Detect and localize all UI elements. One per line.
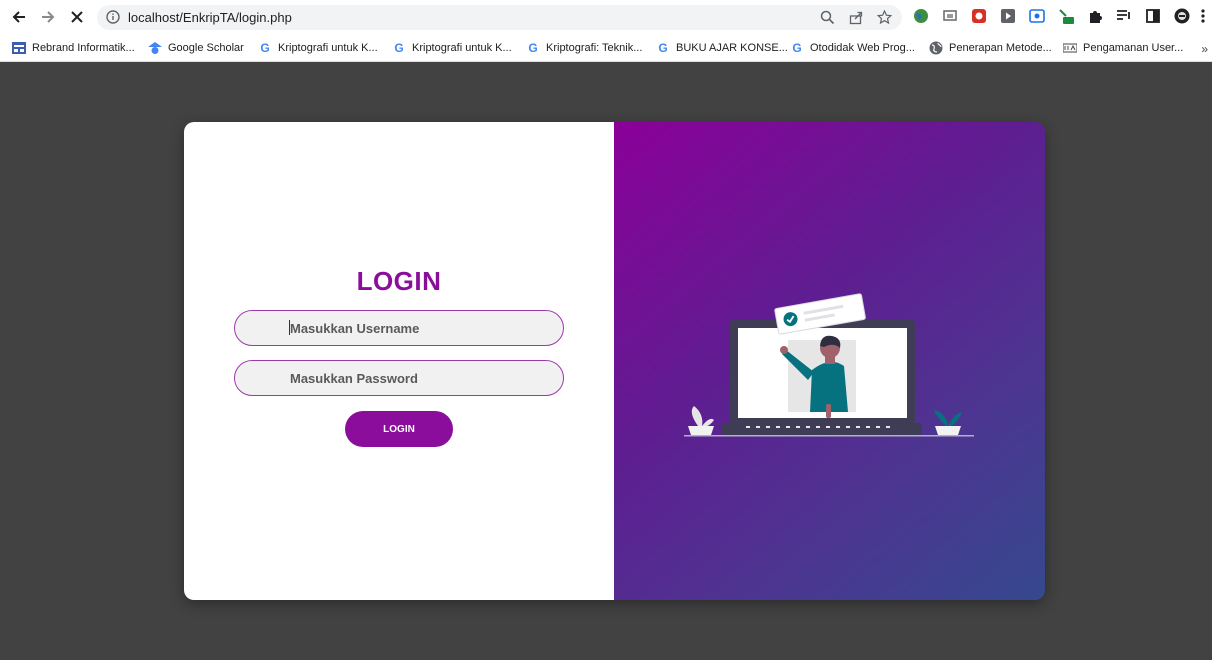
info-icon[interactable] (106, 10, 120, 24)
arrow-right-icon (42, 11, 55, 23)
grid-icon (12, 41, 26, 55)
stop-loading-button[interactable] (66, 6, 88, 28)
bookmark-item[interactable]: G Otodidak Web Prog... (790, 39, 915, 57)
bookmark-item[interactable]: G Kriptografi: Teknik... (526, 39, 642, 57)
illustration-panel (614, 122, 1045, 600)
bookmark-item[interactable]: G Kriptografi untuk K... (258, 39, 377, 57)
page-title: LOGIN (356, 266, 442, 296)
puzzle-icon[interactable] (1087, 8, 1103, 24)
google-icon: G (394, 41, 404, 55)
browser-toolbar: localhost/EnkripTA/login.php (0, 0, 1212, 34)
password-input[interactable] (234, 360, 564, 396)
reading-list-icon[interactable] (1116, 8, 1132, 24)
globe-extension-icon[interactable] (913, 8, 929, 24)
capture-extension-icon[interactable] (1029, 8, 1045, 24)
screen-extension-icon[interactable] (942, 8, 958, 24)
address-bar[interactable]: localhost/EnkripTA/login.php (97, 5, 902, 30)
bookmarks-bar: Rebrand Informatik... Google Scholar G K… (0, 34, 1212, 62)
text-cursor (289, 320, 290, 335)
google-icon: G (658, 41, 668, 55)
login-button[interactable]: LOGIN (345, 411, 453, 447)
zoom-icon[interactable] (820, 10, 835, 25)
bookmark-item[interactable]: Pengamanan User... (1063, 39, 1183, 57)
scholar-icon (148, 41, 162, 55)
plant-right (934, 410, 962, 435)
bookmark-item[interactable]: Penerapan Metode... (929, 39, 1052, 57)
bookmark-item[interactable]: G BUKU AJAR KONSE... (656, 39, 788, 57)
google-icon: G (528, 41, 538, 55)
side-panel-icon[interactable] (1145, 8, 1161, 24)
forward-button[interactable] (37, 6, 59, 28)
network-extension-icon[interactable] (1058, 8, 1074, 24)
globe-icon (929, 41, 943, 55)
username-input[interactable] (234, 310, 564, 346)
site-icon (1063, 41, 1077, 55)
keyboard-keys (746, 426, 890, 428)
star-icon[interactable] (877, 10, 892, 25)
close-icon (71, 11, 83, 23)
share-icon[interactable] (849, 10, 864, 25)
menu-kebab-icon[interactable] (1200, 8, 1206, 24)
laptop-user-illustration (684, 293, 974, 437)
profile-avatar-icon[interactable] (1174, 8, 1190, 24)
google-icon: G (792, 41, 802, 55)
arrow-left-icon (12, 11, 25, 23)
plant-left (688, 406, 714, 435)
bookmarks-overflow-button[interactable]: » (1201, 42, 1208, 56)
floor-line (684, 435, 974, 437)
bookmark-item[interactable]: Google Scholar (148, 39, 244, 57)
url-text[interactable]: localhost/EnkripTA/login.php (128, 10, 292, 25)
video-extension-icon[interactable] (1000, 8, 1016, 24)
laptop-base (722, 423, 922, 435)
bookmark-item[interactable]: Rebrand Informatik... (12, 39, 135, 57)
record-extension-icon[interactable] (971, 8, 987, 24)
login-card: LOGIN LOGIN (184, 122, 1045, 600)
google-icon: G (260, 41, 270, 55)
back-button[interactable] (8, 6, 30, 28)
bookmark-item[interactable]: G Kriptografi untuk K... (392, 39, 511, 57)
login-form-panel: LOGIN LOGIN (184, 122, 614, 600)
